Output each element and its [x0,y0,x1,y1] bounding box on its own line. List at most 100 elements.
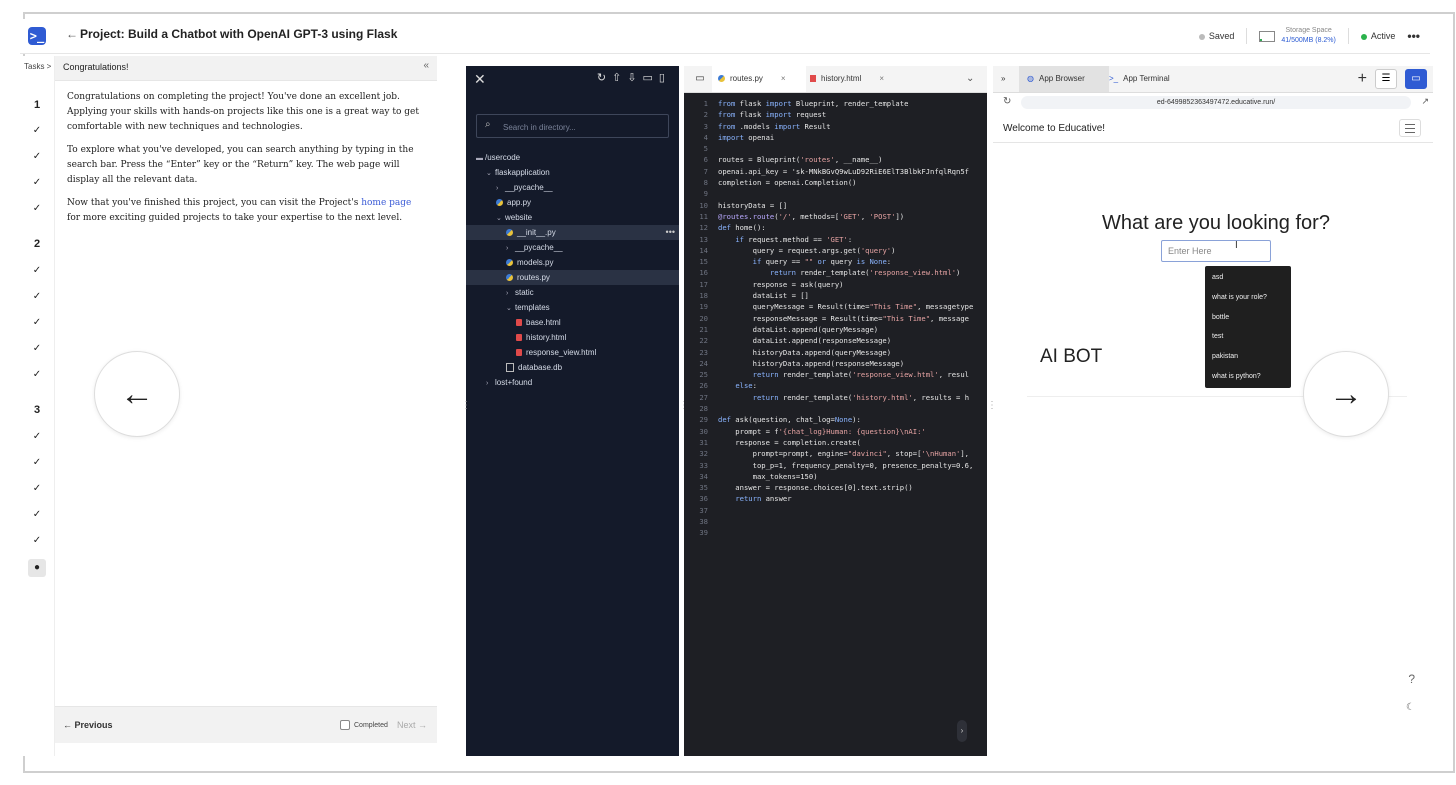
task-complete-check-icon[interactable]: ✓ [20,343,54,354]
reload-icon[interactable]: ↻ [1003,96,1011,107]
home-page-link[interactable]: home page [361,198,411,208]
code-line[interactable]: 35 answer = response.choices[0].text.str… [684,482,987,493]
code-area[interactable]: 1 from flask import Blueprint, render_tem… [684,98,987,539]
file-tree-item[interactable]: ⌄ website [466,210,679,225]
tab-app-browser[interactable]: ◍ App Browser [1019,66,1109,92]
file-tree-item[interactable]: › lost+found [466,375,679,390]
code-line[interactable]: 9 [684,188,987,199]
code-line[interactable]: 30 prompt = f'{chat_log}Human: {question… [684,426,987,437]
more-menu-icon[interactable]: ••• [1407,29,1420,43]
file-tree-item[interactable]: history.html [466,330,679,345]
code-line[interactable]: 24 historyData.append(responseMessage) [684,358,987,369]
suggestion-option[interactable]: pakistan [1212,353,1238,360]
task-complete-check-icon[interactable]: ✓ [20,457,54,468]
completed-checkbox[interactable]: Completed [340,720,388,730]
task-complete-check-icon[interactable]: ✓ [20,177,54,188]
code-line[interactable]: 26 else: [684,380,987,391]
task-complete-check-icon[interactable]: ✓ [20,265,54,276]
task-complete-check-icon[interactable]: ✓ [20,317,54,328]
code-line[interactable]: 12 def home(): [684,222,987,233]
more-options-icon[interactable]: ••• [666,225,675,240]
code-line[interactable]: 15 if query == "" or query is None: [684,256,987,267]
file-tree-item[interactable]: ▬/usercode [466,150,679,165]
code-line[interactable]: 32 prompt=prompt, engine="davinci", stop… [684,448,987,459]
previous-button[interactable]: ← Previous [63,720,113,730]
code-line[interactable]: 20 responseMessage = Result(time="This T… [684,313,987,324]
code-line[interactable]: 39 [684,527,987,538]
task-complete-check-icon[interactable]: ✓ [20,291,54,302]
previous-slide-button[interactable]: ← [94,351,180,437]
code-line[interactable]: 11 @routes.route('/', methods=['GET', 'PO… [684,211,987,222]
suggestion-option[interactable]: what is python? [1212,373,1261,380]
code-line[interactable]: 37 [684,505,987,516]
file-tree-item[interactable]: ⌄ flaskapplication [466,165,679,180]
file-tree-item[interactable]: ⌄ templates [466,300,679,315]
suggestion-option[interactable]: asd [1212,274,1223,281]
url-field[interactable]: ed-6499852363497472.educative.run/ [1021,96,1411,109]
code-line[interactable]: 16 return render_template('response_view… [684,267,987,278]
suggestion-option[interactable]: test [1212,333,1223,340]
code-line[interactable]: 29 def ask(question, chat_log=None): [684,414,987,425]
plus-icon[interactable]: + [1358,70,1367,88]
task-complete-check-icon[interactable]: ✓ [20,369,54,380]
expand-panel-icon[interactable]: » [1001,66,1005,92]
close-tab-icon[interactable]: × [781,74,786,83]
code-line[interactable]: 18 dataList = [] [684,290,987,301]
code-line[interactable]: 17 response = ask(query) [684,279,987,290]
file-tree-item[interactable]: › __pycache__ [466,180,679,195]
hamburger-menu-icon[interactable] [1399,119,1421,137]
folder-icon[interactable]: ▭ [690,66,710,92]
code-line[interactable]: 33 top_p=1, frequency_penalty=0, presenc… [684,460,987,471]
code-line[interactable]: 27 return render_template('history.html'… [684,392,987,403]
back-arrow-icon[interactable]: ← [66,27,78,41]
file-tree-item[interactable]: app.py [466,195,679,210]
task-section-number[interactable]: 3 [20,404,54,416]
code-line[interactable]: 36 return answer [684,493,987,504]
task-complete-check-icon[interactable]: ✓ [20,125,54,136]
code-line[interactable]: 6 routes = Blueprint('routes', __name__) [684,154,987,165]
checkbox-box[interactable] [340,720,350,730]
task-complete-check-icon[interactable]: ✓ [20,535,54,546]
educative-logo-icon[interactable]: >_ [28,27,46,45]
next-button[interactable]: Next → [397,720,427,730]
code-line[interactable]: 22 dataList.append(responseMessage) [684,335,987,346]
tasks-toggle[interactable]: Tasks > [24,62,51,71]
explorer-tools-icons[interactable]: ↻⇧⇩▭▯ [597,71,671,84]
task-complete-check-icon[interactable]: ✓ [20,431,54,442]
code-line[interactable]: 34 max_tokens=150) [684,471,987,482]
task-section-number[interactable]: 1 [20,99,54,111]
help-icon[interactable]: ? [1408,672,1415,686]
tab-history[interactable]: history.html × [804,66,900,92]
file-tree-item[interactable]: models.py [466,255,679,270]
file-tree-item[interactable]: __init__.py ••• [466,225,679,240]
directory-search-input[interactable] [501,118,665,136]
code-line[interactable]: 38 [684,516,987,527]
file-tree-item[interactable]: › __pycache__ [466,240,679,255]
resize-handle[interactable]: ⋮ [461,400,471,411]
code-line[interactable]: 13 if request.method == 'GET': [684,234,987,245]
scroll-down-icon[interactable]: › [957,720,967,742]
code-line[interactable]: 23 historyData.append(queryMessage) [684,347,987,358]
chevron-down-icon[interactable]: ⌄ [966,66,974,92]
close-tab-icon[interactable]: × [879,74,884,83]
code-line[interactable]: 3 from .models import Result [684,121,987,132]
code-line[interactable]: 31 response = completion.create( [684,437,987,448]
folder-layout-icon[interactable]: ▭ [1405,69,1427,89]
collapse-panel-icon[interactable]: « [423,60,429,71]
file-tree-item[interactable]: › static [466,285,679,300]
tab-routes[interactable]: routes.py × [712,66,806,92]
code-line[interactable]: 4 import openai [684,132,987,143]
storage-indicator[interactable]: Storage Space 41/500MB (8.2%) [1259,26,1336,46]
code-line[interactable]: 25 return render_template('response_view… [684,369,987,380]
code-line[interactable]: 10 historyData = [] [684,200,987,211]
external-link-icon[interactable]: ↗ [1421,96,1429,107]
task-complete-check-icon[interactable]: ✓ [20,203,54,214]
file-tree-item[interactable]: routes.py [466,270,679,285]
task-section-number[interactable]: 2 [20,238,54,250]
code-line[interactable]: 7 openai.api_key = 'sk-MNkBGvQ9wLuD92RiE6… [684,166,987,177]
suggestion-option[interactable]: what is your role? [1212,294,1267,301]
file-tree-item[interactable]: base.html [466,315,679,330]
code-line[interactable]: 21 dataList.append(queryMessage) [684,324,987,335]
file-tree-item[interactable]: database.db [466,360,679,375]
code-line[interactable]: 5 [684,143,987,154]
